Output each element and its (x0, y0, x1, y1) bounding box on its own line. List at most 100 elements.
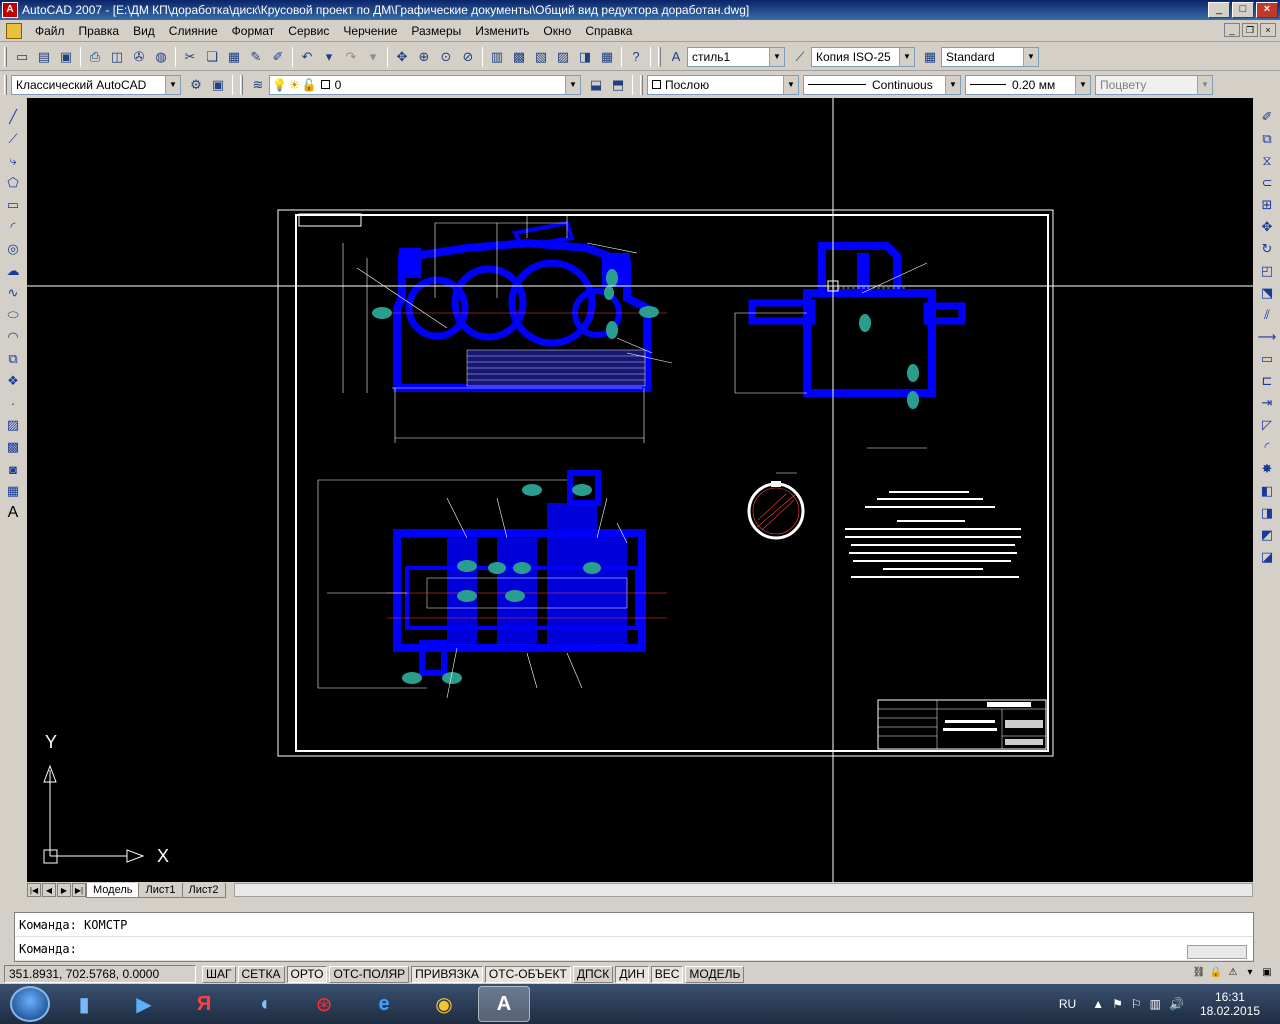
save-icon[interactable]: ▣ (55, 46, 77, 68)
doc-close-button[interactable]: × (1260, 23, 1276, 37)
line-icon[interactable]: ╱ (2, 106, 24, 128)
close-button[interactable]: × (1256, 2, 1278, 18)
language-indicator[interactable]: RU (1059, 997, 1076, 1011)
explode-icon[interactable]: ✸ (1256, 458, 1278, 480)
command-window[interactable]: Команда: КОМСТР Команда: (14, 912, 1254, 962)
menu-view[interactable]: Вид (126, 21, 162, 41)
text-style-combo[interactable]: стиль1 ▼ (687, 46, 785, 67)
chevron-down-icon[interactable]: ▼ (783, 75, 798, 94)
start-button[interactable] (10, 986, 50, 1022)
region-icon[interactable]: ◙ (2, 458, 24, 480)
layer-manager-icon[interactable]: ≋ (247, 74, 269, 96)
chevron-down-icon[interactable]: ▼ (1023, 47, 1038, 66)
tab-layout1[interactable]: Лист1 (138, 882, 183, 898)
table-style-icon[interactable]: ▦ (919, 46, 941, 68)
chevron-down-icon[interactable]: ▼ (565, 75, 580, 94)
prev-layout-button[interactable]: ◀ (42, 883, 56, 897)
help-icon[interactable]: ? (625, 46, 647, 68)
network-warning-icon[interactable]: ⚑ (1112, 997, 1123, 1011)
status-toggle-7[interactable]: ДИН (615, 965, 649, 983)
dim-style-icon[interactable]: ⟋ (789, 46, 811, 68)
chrome-icon[interactable]: ◉ (418, 986, 470, 1022)
yandex-browser-icon[interactable]: Я (178, 986, 230, 1022)
tab-layout2[interactable]: Лист2 (181, 882, 226, 898)
print-preview-icon[interactable]: ◫ (106, 46, 128, 68)
network-icon[interactable]: ▥ (1150, 997, 1161, 1011)
workspace-settings-icon[interactable]: ⚙ (185, 74, 207, 96)
table-icon[interactable]: ▦ (2, 480, 24, 502)
lock-icon[interactable]: 🔒 (1209, 966, 1223, 980)
toolbar-grip-layers[interactable] (240, 74, 243, 95)
draworder-front-icon[interactable]: ◧ (1256, 480, 1278, 502)
menu-format[interactable]: Формат (225, 21, 282, 41)
hatch-icon[interactable]: ▨ (2, 414, 24, 436)
chevron-down-icon[interactable]: ▼ (899, 47, 914, 66)
trim-icon[interactable]: ⫽ (1256, 304, 1278, 326)
minimize-button[interactable]: _ (1208, 2, 1230, 18)
menu-file[interactable]: Файл (28, 21, 72, 41)
doc-restore-button[interactable]: ❐ (1242, 23, 1258, 37)
text-style-icon[interactable]: A (665, 46, 687, 68)
status-toggle-2[interactable]: ОРТО (286, 965, 328, 983)
doc-minimize-button[interactable]: _ (1224, 23, 1240, 37)
color-combo[interactable]: Послою ▼ (647, 74, 799, 95)
gradient-icon[interactable]: ▩ (2, 436, 24, 458)
block-editor-icon[interactable]: ✐ (267, 46, 289, 68)
rotate-icon[interactable]: ↻ (1256, 238, 1278, 260)
circle-icon[interactable]: ◎ (2, 238, 24, 260)
calculator-icon[interactable]: ▦ (596, 46, 618, 68)
array-icon[interactable]: ⊞ (1256, 194, 1278, 216)
chevron-down-icon[interactable]: ▼ (1197, 75, 1212, 94)
menu-edit[interactable]: Правка (72, 21, 127, 41)
chevron-down-icon[interactable]: ▼ (769, 47, 784, 66)
cut-icon[interactable]: ✂ (179, 46, 201, 68)
workspace-combo[interactable]: Классический AutoCAD ▼ (11, 74, 181, 95)
move-icon[interactable]: ✥ (1256, 216, 1278, 238)
document-icon[interactable] (6, 22, 22, 39)
copy-object-icon[interactable]: ⧉ (1256, 128, 1278, 150)
status-toggle-8[interactable]: ВЕС (650, 965, 684, 983)
zoom-window-icon[interactable]: ⊙ (435, 46, 457, 68)
erase-icon[interactable]: ✐ (1256, 106, 1278, 128)
status-menu-arrow-icon[interactable]: ▾ (1243, 966, 1257, 980)
design-center-icon[interactable]: ▩ (508, 46, 530, 68)
menu-tools[interactable]: Сервис (281, 21, 336, 41)
chamfer-icon[interactable]: ◸ (1256, 414, 1278, 436)
tab-model[interactable]: Модель (86, 882, 140, 898)
drawing-canvas[interactable]: Y X (27, 98, 1253, 882)
spline-icon[interactable]: ∿ (2, 282, 24, 304)
menu-modify[interactable]: Изменить (468, 21, 536, 41)
open-file-icon[interactable]: ▤ (33, 46, 55, 68)
draworder-back-icon[interactable]: ◨ (1256, 502, 1278, 524)
multiline-text-icon[interactable]: A (2, 502, 24, 524)
tray-expand-icon[interactable]: ▲ (1092, 997, 1104, 1011)
insert-block-icon[interactable]: ⧉ (2, 348, 24, 370)
next-layout-button[interactable]: ▶ (57, 883, 71, 897)
file-explorer-icon[interactable]: ▮ (58, 986, 110, 1022)
command-scrollbar[interactable] (1187, 945, 1247, 959)
ellipse-icon[interactable]: ⬭ (2, 304, 24, 326)
audio-app-icon[interactable]: ◖ (238, 986, 290, 1022)
coordinates-readout[interactable]: 351.8931, 702.5768, 0.0000 (4, 965, 196, 983)
dim-style-combo[interactable]: Копия ISO-25 ▼ (811, 46, 915, 67)
pan-icon[interactable]: ✥ (391, 46, 413, 68)
copy-icon[interactable]: ❏ (201, 46, 223, 68)
toolbar-grip-props[interactable] (640, 74, 643, 95)
draworder-below-icon[interactable]: ◪ (1256, 546, 1278, 568)
status-toggle-3[interactable]: ОТС-ПОЛЯР (329, 965, 410, 983)
workspace-save-icon[interactable]: ▣ (207, 74, 229, 96)
break-at-point-icon[interactable]: ▭ (1256, 348, 1278, 370)
redo-dropdown-icon[interactable]: ▾ (362, 46, 384, 68)
last-layout-button[interactable]: ▶| (72, 883, 86, 897)
command-prompt[interactable]: Команда: (15, 937, 1253, 961)
toolbar-grip[interactable] (4, 46, 7, 67)
clock[interactable]: 16:31 18.02.2015 (1200, 990, 1260, 1018)
extend-icon[interactable]: ⟶ (1256, 326, 1278, 348)
arc-icon[interactable]: ◜ (2, 216, 24, 238)
paste-icon[interactable]: ▦ (223, 46, 245, 68)
markup-icon[interactable]: ◨ (574, 46, 596, 68)
polygon-icon[interactable]: ⬠ (2, 172, 24, 194)
tool-palettes-icon[interactable]: ▧ (530, 46, 552, 68)
toolbar-grip[interactable] (4, 74, 7, 95)
mirror-icon[interactable]: ⧖ (1256, 150, 1278, 172)
